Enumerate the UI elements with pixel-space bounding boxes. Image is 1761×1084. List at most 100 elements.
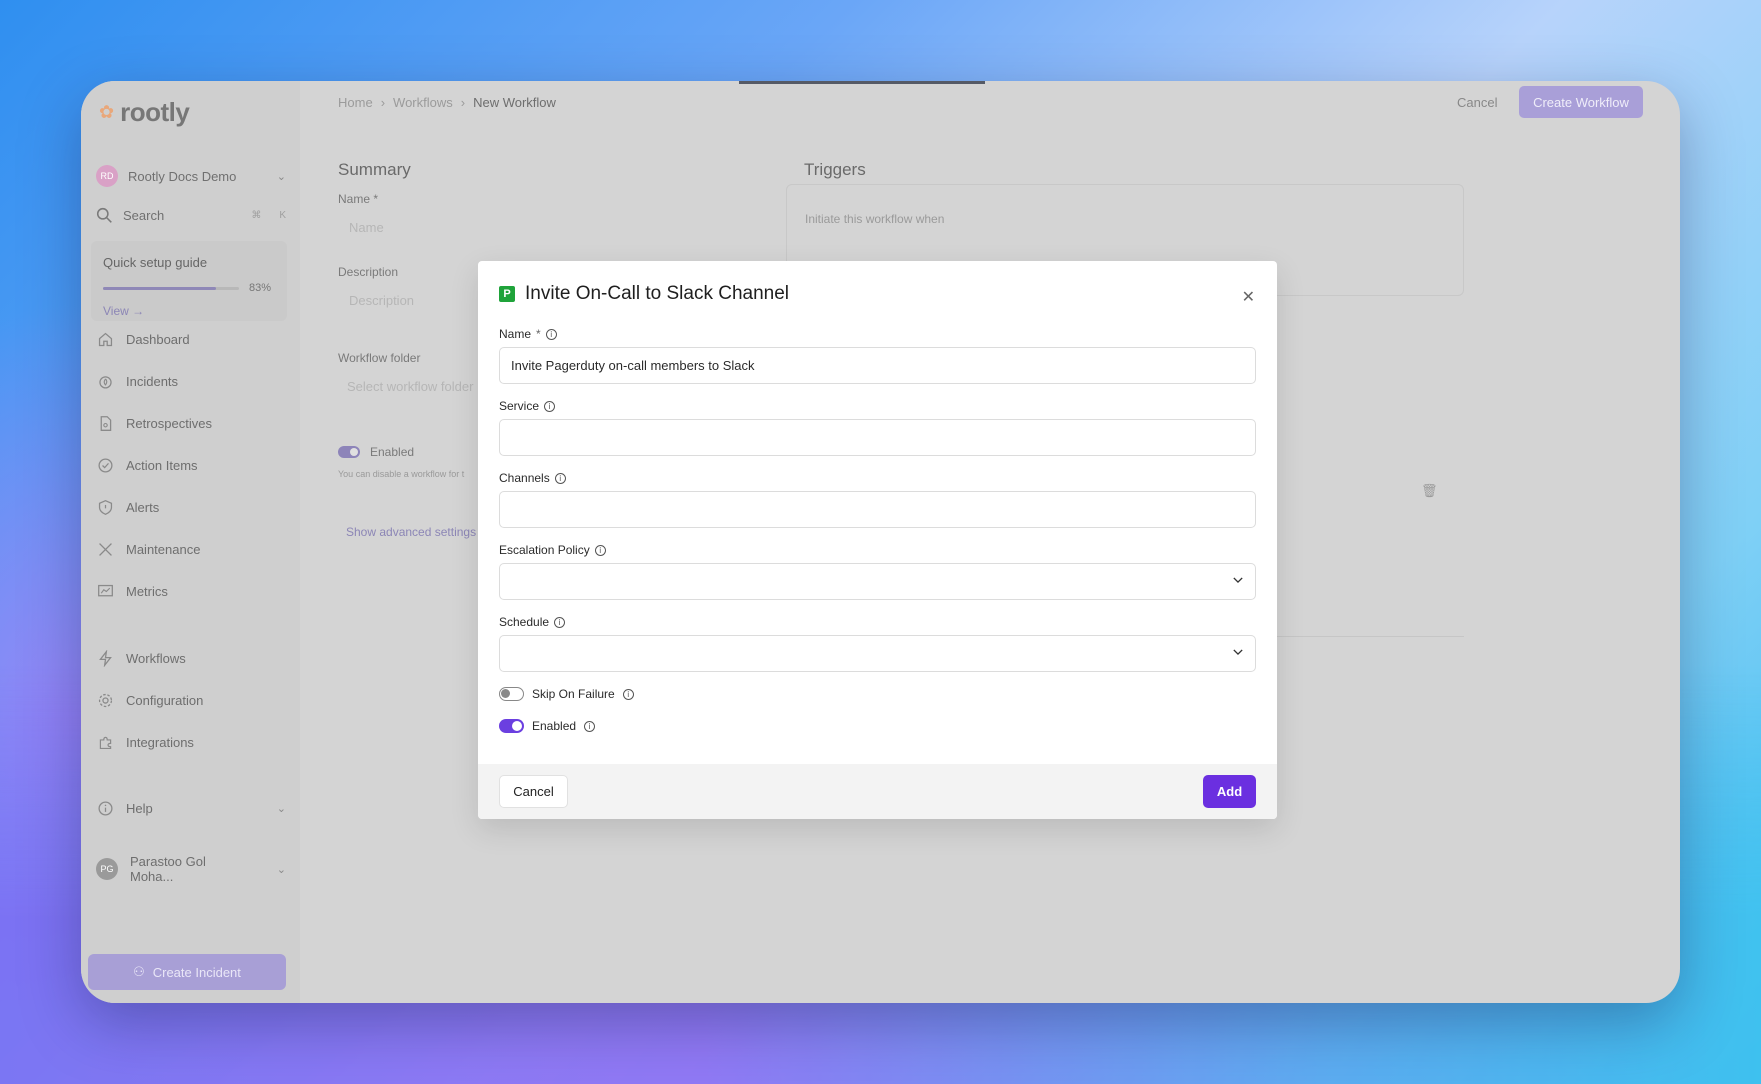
sidebar-item-label: Maintenance [126, 541, 201, 557]
breadcrumb-separator: › [380, 95, 386, 110]
avatar: PG [96, 858, 118, 880]
info-icon[interactable]: i [544, 400, 556, 412]
escalation-label-text: Escalation Policy [499, 543, 590, 557]
info-icon[interactable]: i [554, 472, 566, 484]
sidebar-item-integrations[interactable]: Integrations [96, 733, 286, 751]
gear-icon [96, 691, 114, 709]
breadcrumb: Home › Workflows › New Workflow [338, 95, 556, 110]
schedule-select[interactable] [499, 635, 1256, 672]
logo[interactable]: ✿ rootly [99, 97, 190, 128]
search-label: Search [123, 208, 165, 223]
sidebar-item-label: Metrics [126, 583, 168, 599]
info-icon[interactable]: i [584, 720, 596, 732]
sidebar-item-label: Action Items [126, 457, 198, 473]
breadcrumb-current: New Workflow [473, 95, 556, 110]
shortcut-key: K [279, 210, 286, 221]
org-avatar: RD [96, 165, 118, 187]
sidebar-item-action-items[interactable]: Action Items [96, 456, 286, 474]
sidebar-item-label: Dashboard [126, 331, 190, 347]
add-action-modal: P Invite On-Call to Slack Channel ✕ Name… [478, 261, 1277, 819]
enabled-toggle[interactable] [499, 719, 524, 733]
escalation-policy-label: Escalation Policy i [499, 543, 606, 557]
sidebar-item-incidents[interactable]: Incidents [96, 372, 286, 390]
quick-setup-guide: Quick setup guide 83% View → [91, 241, 287, 321]
guide-progress-bar [103, 286, 239, 290]
sidebar-item-maintenance[interactable]: Maintenance [96, 540, 286, 558]
add-button[interactable]: Add [1203, 775, 1256, 808]
workflow-enabled-toggle[interactable] [338, 446, 360, 458]
workflow-enabled-help: You can disable a workflow for t [338, 469, 465, 479]
puzzle-icon [96, 733, 114, 751]
guide-progress-fill [103, 286, 216, 290]
shortcut-mod: ⌘ [251, 210, 262, 221]
info-icon[interactable]: i [554, 616, 566, 628]
search-icon [96, 207, 112, 223]
org-switcher[interactable]: RD Rootly Docs Demo ⌄ [96, 165, 286, 187]
shield-icon [96, 498, 114, 516]
breadcrumb-separator: › [460, 95, 466, 110]
rootly-logo-icon: ✿ [99, 102, 115, 122]
advanced-settings-link[interactable]: Show advanced settings [346, 525, 476, 539]
summary-description-input[interactable]: Description [349, 293, 414, 308]
sidebar-item-help[interactable]: Help ⌄ [96, 799, 286, 817]
fire-icon [96, 372, 114, 390]
pagerduty-icon: P [499, 286, 515, 302]
chevron-down-icon [1233, 577, 1243, 584]
enabled-label: Enabled [532, 719, 577, 733]
sidebar-item-label: Workflows [126, 650, 186, 666]
name-label: Name * i [499, 327, 557, 341]
check-circle-icon [96, 456, 114, 474]
sidebar-item-retrospectives[interactable]: Retrospectives [96, 414, 286, 432]
close-icon[interactable]: ✕ [1242, 287, 1255, 307]
guide-view-link[interactable]: View → [103, 304, 275, 318]
skip-on-failure-label: Skip On Failure [532, 687, 615, 701]
cancel-button[interactable]: Cancel [499, 775, 568, 808]
users-icon: ⚇ [133, 964, 145, 979]
info-icon[interactable]: i [545, 328, 557, 340]
breadcrumb-home[interactable]: Home [338, 95, 373, 110]
create-workflow-button[interactable]: Create Workflow [1519, 86, 1643, 118]
name-label-text: Name [499, 327, 532, 341]
sidebar-item-label: Alerts [126, 499, 160, 515]
workflow-folder-label: Workflow folder [338, 351, 421, 365]
summary-name-label: Name * [338, 192, 379, 206]
channels-label-text: Channels [499, 471, 550, 485]
channels-input[interactable] [499, 491, 1256, 528]
create-incident-button[interactable]: ⚇ Create Incident [88, 954, 286, 990]
escalation-policy-select[interactable] [499, 563, 1256, 600]
user-menu[interactable]: PG Parastoo Gol Moha... ⌄ [96, 854, 286, 884]
triggers-title: Triggers [804, 160, 866, 179]
home-icon [96, 330, 114, 348]
workflow-enabled-label: Enabled [370, 445, 415, 459]
name-input[interactable] [499, 347, 1256, 384]
service-label-text: Service [499, 399, 540, 413]
sidebar-item-dashboard[interactable]: Dashboard [96, 330, 286, 348]
sidebar-search[interactable]: Search ⌘ K [96, 207, 286, 224]
info-icon[interactable]: i [594, 544, 606, 556]
help-label: Help [126, 800, 153, 816]
loading-bar [739, 81, 985, 84]
sidebar-item-label: Configuration [126, 692, 204, 708]
info-icon[interactable]: i [622, 688, 634, 700]
trash-icon[interactable]: 🗑 [1421, 483, 1438, 499]
sidebar-item-alerts[interactable]: Alerts [96, 498, 286, 516]
create-incident-label: Create Incident [152, 964, 241, 980]
enabled-row: Enabled i [499, 719, 596, 733]
workflow-folder-select[interactable]: Select workflow folder [347, 379, 473, 394]
breadcrumb-workflows[interactable]: Workflows [393, 95, 453, 110]
sidebar-item-workflows[interactable]: Workflows [96, 649, 286, 667]
summary-name-input[interactable]: Name [349, 220, 384, 235]
sidebar-item-configuration[interactable]: Configuration [96, 691, 286, 709]
channels-label: Channels i [499, 471, 566, 485]
header-cancel-button[interactable]: Cancel [1457, 95, 1497, 110]
chevron-down-icon: ⌄ [276, 863, 286, 876]
schedule-label-text: Schedule [499, 615, 550, 629]
sidebar-item-label: Retrospectives [126, 415, 212, 431]
guide-progress-label: 83% [249, 282, 272, 294]
skip-on-failure-toggle[interactable] [499, 687, 524, 701]
user-name: Parastoo Gol Moha... [129, 854, 206, 884]
chevron-down-icon [1233, 649, 1243, 656]
doc-icon [96, 414, 114, 432]
sidebar-item-metrics[interactable]: Metrics [96, 582, 286, 600]
service-input[interactable] [499, 419, 1256, 456]
